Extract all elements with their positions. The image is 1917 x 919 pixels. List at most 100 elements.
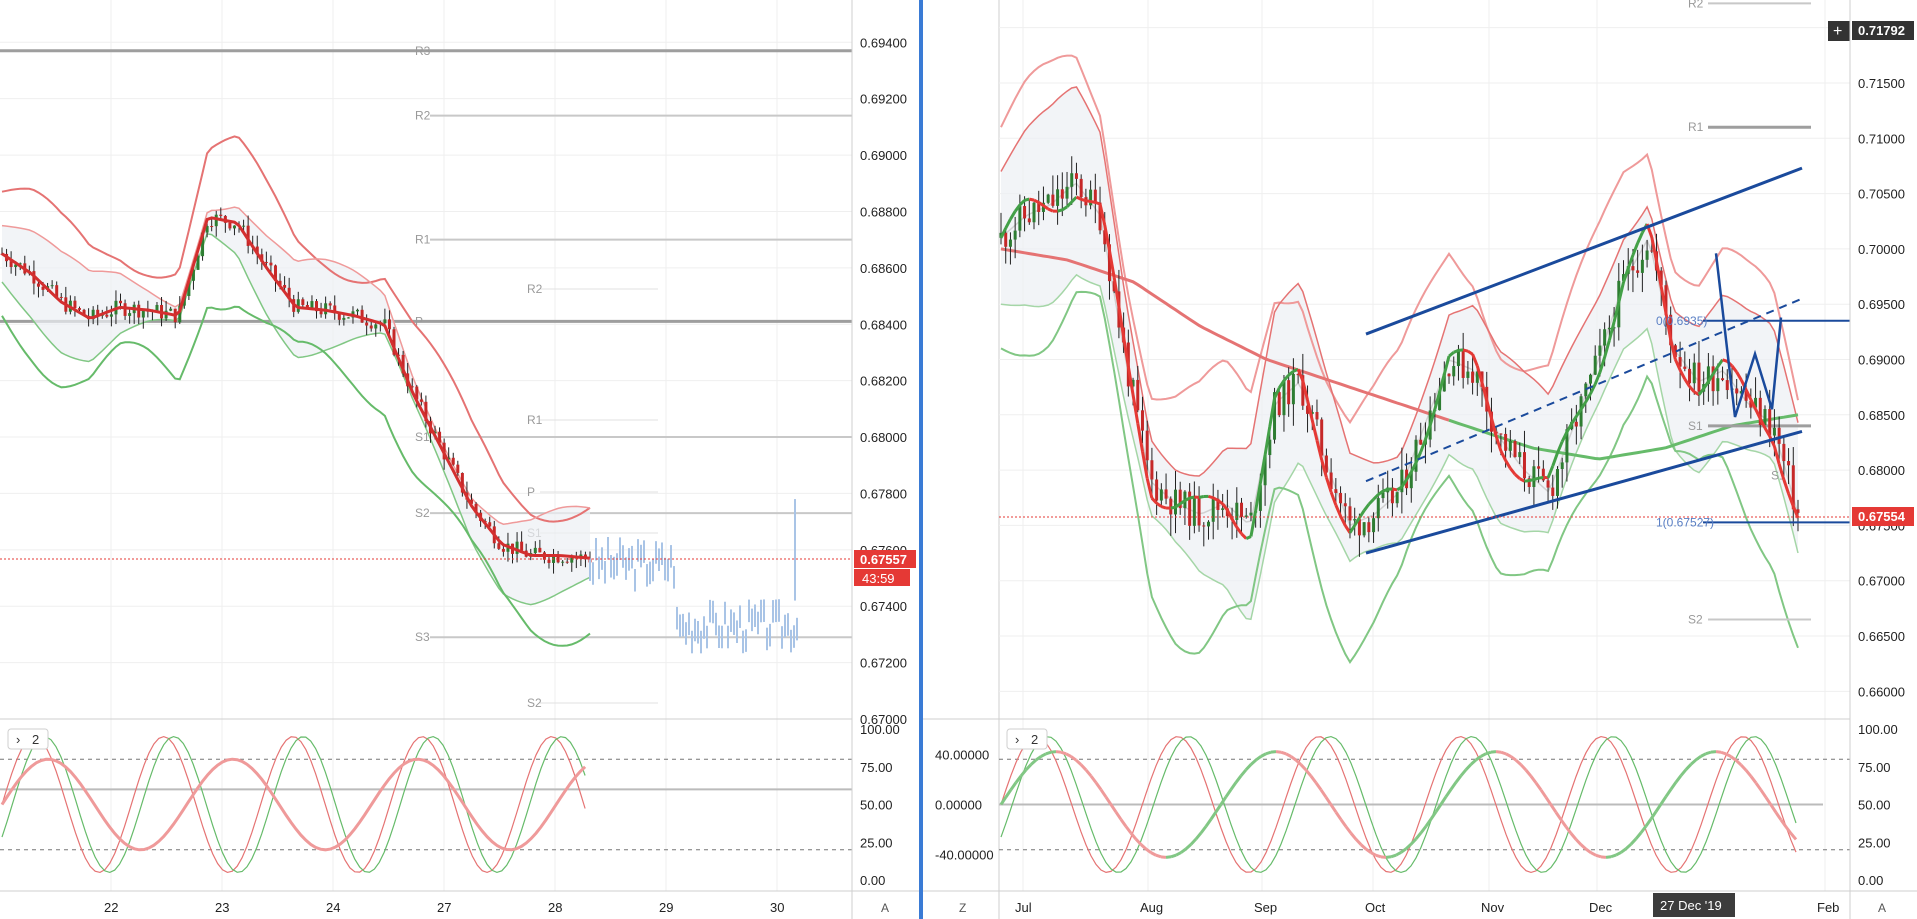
osc-smooth-segment bbox=[1505, 752, 1512, 758]
candle-body bbox=[1683, 366, 1687, 369]
candle-body bbox=[1645, 250, 1649, 260]
candle-body bbox=[1013, 230, 1017, 240]
fib-label: 1(0.67527) bbox=[1656, 515, 1714, 529]
right-indicator-label: 2 bbox=[1031, 732, 1038, 747]
left-countdown-badge: 43:59 bbox=[862, 571, 895, 586]
right-axis-mode-button[interactable]: A bbox=[1878, 901, 1886, 915]
price-tick-label: 0.71500 bbox=[1858, 76, 1905, 91]
osc-smooth-segment bbox=[1774, 811, 1783, 821]
left-chart-panel[interactable]: R3R2R1PS1S2S3R2R1PS1S2 0.694000.692000.6… bbox=[0, 0, 919, 919]
pivot-label: R1 bbox=[1688, 120, 1704, 134]
osc-smooth-segment bbox=[1485, 750, 1492, 756]
candle-body bbox=[342, 317, 346, 320]
left-date-axis[interactable]: 22 23 24 27 28 29 30 bbox=[104, 900, 784, 915]
left-price-axis[interactable]: 0.69400 0.69200 0.69000 0.68800 0.68600 0.684… bbox=[860, 35, 907, 727]
osc-smooth-segment bbox=[1099, 788, 1108, 798]
candle-body bbox=[1070, 173, 1074, 187]
candle-body bbox=[210, 226, 214, 228]
price-tick-label: 0.70500 bbox=[1858, 187, 1905, 202]
right-chart[interactable]: R2R1S1S2S1 0(0.6935)1(0.67527) 0.720000.… bbox=[923, 0, 1917, 919]
osc-left-tick-label: -40.00000 bbox=[935, 847, 994, 862]
osc-smooth-segment bbox=[1595, 853, 1602, 859]
osc-smooth bbox=[0, 757, 587, 852]
date-tick-label: 29 bbox=[659, 900, 673, 915]
osc-tick-label: 25.00 bbox=[1858, 835, 1891, 850]
price-tick-label: 0.67000 bbox=[1858, 574, 1905, 589]
candle-body bbox=[269, 262, 273, 266]
candle-body bbox=[169, 308, 173, 311]
osc-smooth-segment bbox=[1079, 763, 1088, 771]
left-chart[interactable]: R3R2R1PS1S2S3R2R1PS1S2 0.694000.692000.6… bbox=[0, 0, 919, 919]
osc-smooth-segment bbox=[1734, 759, 1743, 766]
osc-smooth-segment bbox=[1669, 781, 1678, 791]
osc-smooth-segment bbox=[1089, 775, 1098, 784]
date-tick-label: Feb bbox=[1817, 900, 1839, 915]
osc-smooth-segment bbox=[1354, 838, 1363, 846]
right-oscillator: 100.00 75.00 50.00 25.00 0.00 40.00000 0.00000… bbox=[935, 722, 1898, 888]
osc-smooth-segment bbox=[1370, 851, 1377, 857]
trend-segment bbox=[1033, 198, 1040, 204]
osc-smooth-segment bbox=[1119, 818, 1128, 828]
right-price-axis[interactable]: 0.720000.715000.710000.705000.700000.695… bbox=[1858, 21, 1905, 700]
candle-body bbox=[1395, 492, 1399, 504]
candle-body bbox=[283, 284, 287, 288]
candle-body bbox=[515, 541, 519, 554]
osc-smooth-segment bbox=[1529, 775, 1538, 784]
candle-body bbox=[1447, 373, 1451, 377]
price-tick-label: 0.68400 bbox=[860, 317, 907, 332]
osc-smooth-segment bbox=[1679, 768, 1688, 777]
left-axis-mode-button[interactable]: A bbox=[881, 901, 889, 915]
band-fill bbox=[1001, 86, 1798, 620]
candle-body bbox=[1546, 480, 1550, 488]
osc-smooth-segment bbox=[1549, 804, 1558, 814]
osc-smooth-segment bbox=[1419, 825, 1428, 834]
osc-fast bbox=[1, 735, 586, 874]
osc-smooth-segment bbox=[1689, 758, 1698, 766]
candle-body bbox=[1202, 525, 1206, 527]
osc-slow bbox=[1, 735, 586, 874]
right-indicator-toggle[interactable] bbox=[1006, 728, 1048, 750]
candle-body bbox=[1640, 259, 1644, 273]
candle-body bbox=[1692, 362, 1696, 384]
candle-body bbox=[1221, 508, 1225, 510]
left-indicator-toggle[interactable] bbox=[7, 728, 49, 750]
pivot-label-current: R1 bbox=[527, 413, 543, 427]
osc-smooth-segment bbox=[1194, 832, 1203, 840]
candle-body bbox=[1008, 239, 1012, 247]
candle-body bbox=[1065, 186, 1069, 199]
candle-body bbox=[451, 457, 455, 465]
left-indicator-label: 2 bbox=[32, 732, 39, 747]
candle-body bbox=[1211, 498, 1215, 522]
osc-smooth-segment bbox=[1674, 774, 1683, 784]
trend-segment bbox=[1189, 495, 1195, 500]
candle-body bbox=[520, 541, 524, 551]
candle-body bbox=[1093, 189, 1097, 203]
price-tick-label: 0.69400 bbox=[860, 35, 907, 50]
candle-body bbox=[346, 317, 350, 319]
candle-body bbox=[1772, 427, 1776, 436]
price-tick-label: 0.68500 bbox=[1858, 408, 1905, 423]
candle-body bbox=[1023, 206, 1027, 219]
trend-segment bbox=[1533, 476, 1540, 481]
osc-smooth-segment bbox=[1629, 837, 1638, 846]
price-tick-label: 0.70000 bbox=[1858, 242, 1905, 257]
osc-smooth-segment bbox=[1129, 832, 1138, 841]
osc-smooth-segment bbox=[1385, 855, 1392, 859]
price-tick-label: 0.67200 bbox=[860, 656, 907, 671]
candle-body bbox=[50, 285, 54, 287]
price-tick-label: 0.68000 bbox=[860, 430, 907, 445]
candle-body bbox=[1636, 270, 1640, 273]
osc-smooth-segment bbox=[1519, 763, 1528, 772]
osc-smooth-segment bbox=[1349, 832, 1358, 841]
trend-segment bbox=[1538, 475, 1544, 480]
candle-body bbox=[1079, 178, 1083, 198]
right-chart-panel[interactable]: R2R1S1S2S1 0(0.6935)1(0.67527) 0.720000.… bbox=[923, 0, 1917, 919]
candle-body bbox=[374, 324, 378, 329]
osc-smooth-segment bbox=[1160, 855, 1167, 859]
osc-smooth-segment bbox=[1244, 763, 1253, 771]
osc-smooth-segment bbox=[1275, 750, 1282, 754]
price-tick-label: 0.66000 bbox=[1858, 684, 1905, 699]
osc-smooth-segment bbox=[1024, 763, 1033, 771]
osc-smooth-segment bbox=[1165, 855, 1172, 859]
right-axis-z-button[interactable]: Z bbox=[959, 901, 966, 915]
